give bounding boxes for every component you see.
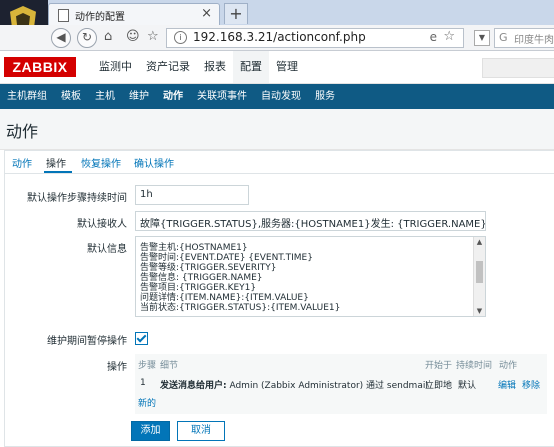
cancel-button[interactable]: 取消 (177, 421, 225, 441)
scroll-down-icon[interactable]: ▼ (474, 306, 485, 316)
scroll-up-icon[interactable]: ▲ (474, 237, 485, 247)
menu-inventory[interactable]: 资产记录 (139, 51, 197, 83)
menu-monitoring[interactable]: 监测中 (92, 51, 139, 83)
browser-tab[interactable]: 动作的配置 × (48, 3, 220, 26)
header-steps: 步骤 (138, 361, 157, 371)
close-icon[interactable]: × (201, 6, 212, 21)
info-icon[interactable]: i (174, 31, 187, 44)
pause-checkbox[interactable] (135, 332, 148, 345)
header-start-in: 开始于 (425, 361, 453, 371)
submenu-actions[interactable]: 动作 (156, 84, 190, 109)
operations-table: 步骤 细节 开始于 持续时间 动作 1 发送消息给用户: Admin (Zabb… (135, 354, 547, 414)
row-start-in: 立即地 (425, 381, 453, 391)
message-scrollbar[interactable]: ▲ ▼ (473, 237, 485, 316)
search-placeholder: 印度牛肉 (514, 35, 554, 46)
forward-icon[interactable]: ↻ (77, 28, 97, 48)
web-search-input[interactable]: G 印度牛肉 (494, 28, 554, 48)
page-title-bar: 动作 (0, 109, 554, 150)
new-operation-link[interactable]: 新的 (138, 396, 156, 409)
scroll-thumb[interactable] (476, 261, 483, 283)
header-details: 细节 (160, 361, 179, 371)
home-icon[interactable]: ⌂ (104, 29, 112, 44)
menu-reports[interactable]: 报表 (197, 51, 233, 83)
submenu-services[interactable]: 服务 (308, 84, 342, 109)
submenu-hosts[interactable]: 主机 (88, 84, 122, 109)
new-tab-button[interactable]: + (224, 3, 248, 24)
tab-recovery-operations[interactable]: 恢复操作 (81, 155, 121, 170)
page-title: 动作 (6, 122, 39, 141)
submenu-host-groups[interactable]: 主机群组 (0, 84, 54, 109)
row-details: 发送消息给用户: Admin (Zabbix Administrator) 通过… (160, 381, 428, 391)
favorites-icon[interactable]: ☆ (147, 29, 159, 44)
page-icon (58, 9, 69, 22)
address-bar[interactable]: i 192.168.3.21/actionconf.php e ☆ (166, 28, 464, 48)
submenu-maintenance[interactable]: 维护 (122, 84, 156, 109)
subject-label: 默认接收人 (77, 219, 127, 230)
sub-menu: 主机群组 模板 主机 维护 动作 关联项事件 自动发现 服务 (0, 84, 554, 109)
active-tab-indicator (44, 171, 72, 173)
zabbix-logo[interactable]: ZABBIX (4, 57, 76, 77)
submenu-discovery[interactable]: 自动发现 (254, 84, 308, 109)
operations-label: 操作 (107, 362, 127, 373)
dropdown-icon[interactable]: ▼ (474, 30, 490, 46)
action-form: 动作 操作 恢复操作 确认操作 默认操作步骤持续时间 1h 默认接收人 故障{T… (4, 150, 554, 447)
tab-action[interactable]: 动作 (12, 155, 32, 170)
search-engine-icon: G (499, 31, 508, 44)
submenu-templates[interactable]: 模板 (54, 84, 88, 109)
compat-icon[interactable]: e (430, 30, 437, 44)
message-line: 当前状态:{TRIGGER.STATUS}:{ITEM.VALUE1} (140, 303, 341, 313)
back-icon[interactable]: ◀ (51, 28, 71, 48)
row-duration: 默认 (458, 381, 477, 391)
row-step: 1 (140, 378, 146, 388)
step-duration-input[interactable]: 1h (135, 185, 249, 205)
message-label: 默认信息 (87, 244, 127, 255)
submenu-event-correlation[interactable]: 关联项事件 (190, 84, 254, 109)
form-tabs: 动作 操作 恢复操作 确认操作 (5, 151, 554, 174)
reload-icon[interactable]: ☺ (126, 29, 140, 44)
header-action: 动作 (499, 361, 518, 371)
tab-title: 动作的配置 (75, 12, 125, 23)
menu-administration[interactable]: 管理 (269, 51, 305, 83)
header-duration: 持续时间 (456, 361, 493, 371)
edit-link[interactable]: 编辑 (498, 378, 516, 391)
main-menu: 监测中 资产记录 报表 配置 管理 (92, 51, 305, 83)
pause-label: 维护期间暂停操作 (47, 336, 127, 347)
star-icon[interactable]: ☆ (443, 29, 455, 44)
subject-input[interactable]: 故障{TRIGGER.STATUS},服务器:{HOSTNAME1}发生: {T… (135, 211, 486, 231)
step-duration-label: 默认操作步骤持续时间 (27, 193, 127, 204)
zabbix-header: ZABBIX 监测中 资产记录 报表 配置 管理 (0, 51, 554, 84)
add-button[interactable]: 添加 (131, 421, 170, 441)
message-textarea[interactable]: 告警主机:{HOSTNAME1} 告警时间:{EVENT.DATE} {EVEN… (135, 236, 486, 317)
remove-link[interactable]: 移除 (522, 378, 540, 391)
tab-operations[interactable]: 操作 (46, 155, 66, 170)
browser-nav-bar: ◀ ↻ ⌂ ☺ ☆ i 192.168.3.21/actionconf.php … (0, 25, 554, 51)
header-search-input[interactable] (482, 58, 554, 78)
menu-configuration[interactable]: 配置 (233, 51, 269, 83)
tab-acknowledge-operations[interactable]: 确认操作 (134, 155, 174, 170)
url-text: 192.168.3.21/actionconf.php (193, 30, 366, 44)
